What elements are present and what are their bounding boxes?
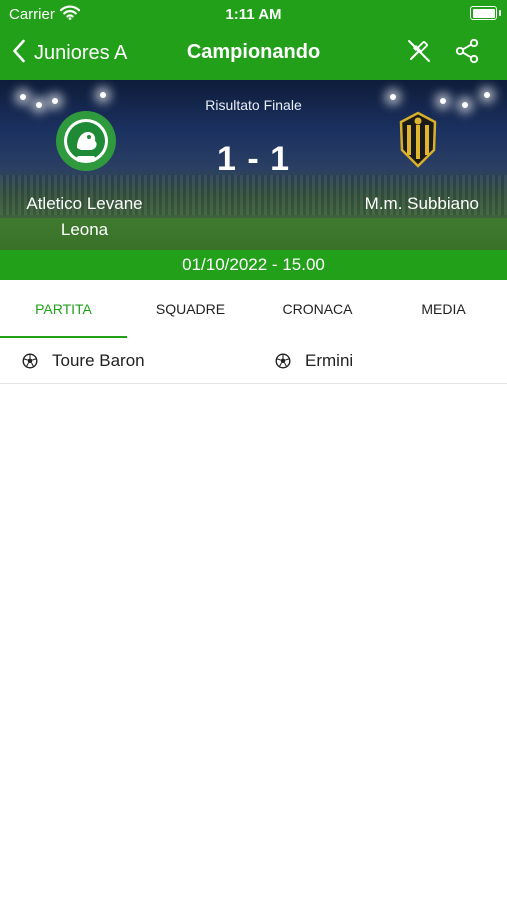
- back-label: Juniores A: [34, 41, 128, 64]
- app-header: Carrier 1:11 AM Juniores A Campionando: [0, 0, 507, 80]
- status-bar: Carrier 1:11 AM: [0, 0, 507, 28]
- battery-icon: [470, 6, 501, 20]
- share-button[interactable]: [453, 38, 481, 69]
- tab-bar: PARTITA SQUADRE CRONACA MEDIA: [0, 280, 507, 338]
- home-scorer: Toure Baron: [22, 338, 145, 383]
- tab-squadre[interactable]: SQUADRE: [127, 280, 254, 338]
- whistle-button[interactable]: [405, 39, 433, 67]
- navigation-bar: Juniores A Campionando: [0, 28, 507, 80]
- tab-media[interactable]: MEDIA: [380, 280, 507, 338]
- scorer-name: Toure Baron: [52, 350, 145, 370]
- goal-scorers-row: Toure Baron Ermini: [0, 338, 507, 384]
- soccer-ball-icon: [275, 352, 291, 369]
- match-datetime: 01/10/2022 - 15.00: [0, 250, 507, 280]
- whistle-icon: [406, 38, 432, 69]
- back-button[interactable]: Juniores A: [12, 38, 127, 68]
- clock: 1:11 AM: [225, 6, 282, 23]
- soccer-ball-icon: [22, 352, 38, 369]
- tab-cronaca[interactable]: CRONACA: [254, 280, 381, 338]
- scorer-name: Ermini: [305, 350, 354, 370]
- away-team-logo[interactable]: [398, 110, 438, 168]
- match-header: Risultato Finale 1 - 1 Atletico Levane L…: [0, 80, 507, 250]
- away-team-name: M.m. Subbiano: [364, 194, 479, 213]
- back-chevron-icon: [12, 39, 26, 68]
- home-team-name: Atletico Levane Leona: [26, 194, 143, 239]
- away-scorer: Ermini: [275, 338, 353, 383]
- tab-partita[interactable]: PARTITA: [0, 280, 127, 338]
- share-icon: [454, 38, 480, 69]
